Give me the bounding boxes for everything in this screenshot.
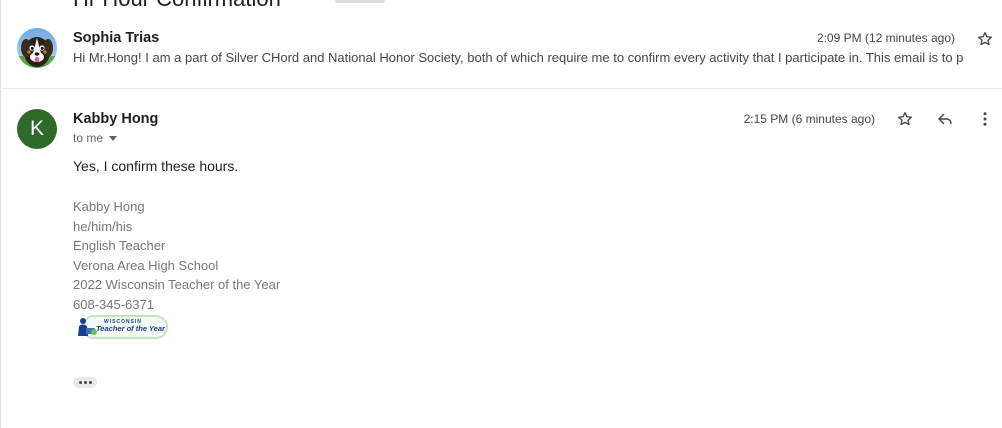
recipient-details-toggle[interactable]: to me <box>73 131 118 145</box>
star-icon[interactable] <box>894 108 916 130</box>
open-new-window-icon[interactable] <box>941 0 957 4</box>
dog-avatar-image <box>17 28 57 68</box>
sender-avatar[interactable]: K <box>17 109 57 149</box>
signature-line: English Teacher <box>73 238 166 254</box>
message-snippet: Hi Mr.Hong! I am a part of Silver CHord … <box>73 50 964 65</box>
signature-line: 2022 Wisconsin Teacher of the Year <box>73 277 281 293</box>
print-icon[interactable] <box>905 0 921 4</box>
message-timestamp: 2:09 PM (12 minutes ago) <box>816 31 955 45</box>
show-trimmed-content-icon[interactable] <box>73 377 97 388</box>
dot <box>88 381 92 384</box>
star-icon[interactable] <box>974 28 996 50</box>
signature-line: Kabby Hong <box>73 199 145 214</box>
reply-icon[interactable] <box>934 108 956 130</box>
sender-name: Kabby Hong <box>73 111 159 127</box>
caret-down-icon[interactable] <box>109 136 118 141</box>
logo-title-text: Teacher of the Year <box>96 324 165 333</box>
message-collapsed[interactable]: Sophia Trias 2:09 PM (12 minutes ago) Hi… <box>0 20 1002 88</box>
message-expanded: K Kabby Hong 2:15 PM (6 minutes ago) to … <box>0 89 1002 428</box>
expand-all-icon[interactable] <box>976 0 992 4</box>
message-body: Yes, I confirm these hours. <box>73 158 239 174</box>
teacher-of-the-year-logo: WISCONSIN Teacher of the Year <box>74 313 170 341</box>
signature-line: Verona Area High School <box>73 257 219 273</box>
label-chip[interactable] <box>335 0 385 3</box>
email-signature: Kabby Hong he/him/his English Teacher Ve… <box>73 197 280 315</box>
message-timestamp: 2:15 PM (6 minutes ago) <box>743 112 875 126</box>
signature-line: 608-345-6371 <box>73 296 154 312</box>
sender-name: Sophia Trias <box>73 30 160 46</box>
email-subject: Hr Hour Confirmation <box>73 0 281 12</box>
recipient-label: to me <box>73 131 104 145</box>
signature-line: he/him/his <box>73 218 133 234</box>
dot <box>83 381 87 384</box>
dot <box>78 381 82 384</box>
sender-avatar[interactable] <box>17 28 57 68</box>
teacher-figure-icon <box>78 318 97 336</box>
more-vert-icon[interactable] <box>974 108 996 130</box>
